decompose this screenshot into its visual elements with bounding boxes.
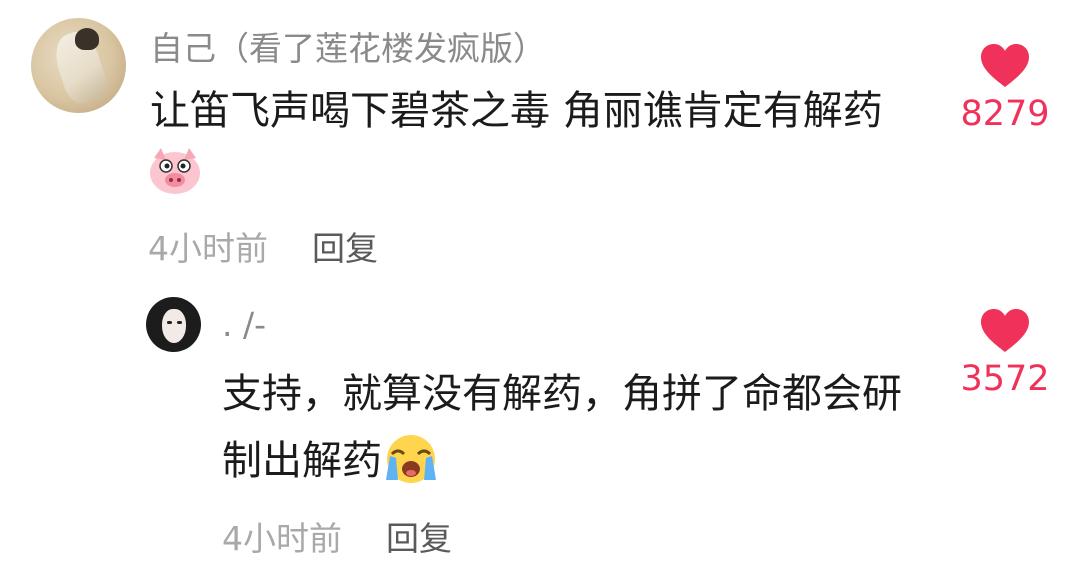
comment-text-line-2: 制出解药 bbox=[222, 428, 438, 494]
like-button[interactable]: 3572 bbox=[955, 309, 1055, 399]
avatar-eye bbox=[177, 321, 182, 324]
comment-meta: 4小时前 回复 bbox=[148, 222, 378, 270]
avatar[interactable] bbox=[146, 297, 201, 352]
comment-username[interactable]: 自己（看了莲花楼发疯版） bbox=[150, 22, 546, 70]
comment-username[interactable]: . /- bbox=[222, 305, 266, 344]
loudly-crying-emoji bbox=[386, 435, 436, 483]
avatar-eye bbox=[167, 321, 172, 324]
like-count: 8279 bbox=[960, 94, 1050, 134]
avatar-face bbox=[162, 309, 186, 343]
comment-text-line-2-text: 制出解药 bbox=[222, 438, 382, 484]
like-button[interactable]: 8279 bbox=[955, 44, 1055, 134]
comment-text: 让笛飞声喝下碧茶之毒 角丽谯肯定有解药 bbox=[150, 88, 883, 134]
avatar-hair bbox=[75, 28, 99, 50]
comment-text-line-1: 支持，就算没有解药，角拼了命都会研 bbox=[222, 371, 902, 417]
timestamp: 4小时前 bbox=[222, 519, 342, 558]
timestamp: 4小时前 bbox=[148, 229, 268, 268]
avatar[interactable] bbox=[31, 18, 126, 113]
heart-icon[interactable] bbox=[980, 309, 1030, 353]
reply-button[interactable]: 回复 bbox=[386, 519, 452, 558]
heart-icon[interactable] bbox=[980, 44, 1030, 88]
like-count: 3572 bbox=[960, 359, 1050, 399]
comment-meta: 4小时前 回复 bbox=[222, 512, 452, 560]
pig-face-emoji bbox=[148, 146, 202, 196]
reply-button[interactable]: 回复 bbox=[312, 229, 378, 268]
